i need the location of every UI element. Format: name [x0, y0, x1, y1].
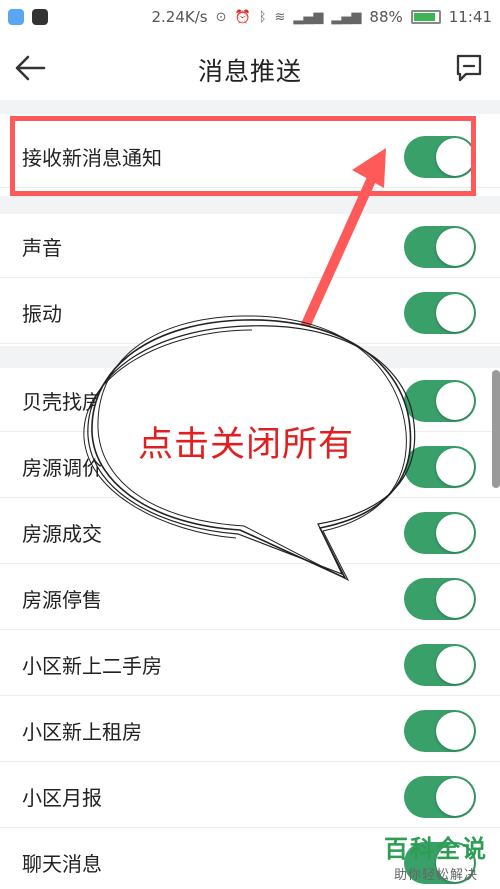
alarm-icon: ⏰	[234, 9, 251, 25]
annotation-text: 点击关闭所有	[138, 425, 355, 465]
toggle-price-change[interactable]	[404, 446, 476, 488]
section-gap	[0, 100, 500, 114]
section-gap	[0, 346, 500, 368]
toggle-beike[interactable]	[404, 380, 476, 422]
battery-icon	[410, 10, 441, 24]
watermark-title: 百科全说	[384, 835, 488, 863]
message-icon[interactable]	[454, 52, 484, 84]
bluetooth-icon: ᛒ	[258, 9, 267, 25]
setting-label: 声音	[22, 236, 62, 260]
scrollbar[interactable]	[492, 370, 500, 488]
setting-row-vibrate[interactable]: 振动	[0, 280, 500, 344]
toggle-vibrate[interactable]	[404, 292, 476, 334]
battery-percent: 88%	[369, 8, 403, 26]
setting-row-receive-notifications[interactable]: 接收新消息通知	[0, 124, 500, 188]
page-title: 消息推送	[197, 57, 302, 86]
toggle-stop-sale[interactable]	[404, 578, 476, 620]
setting-label: 小区新上租房	[22, 720, 142, 744]
toggle-receive-notifications[interactable]	[404, 136, 476, 178]
setting-label: 房源停售	[22, 588, 102, 612]
toggle-new-second-hand[interactable]	[404, 644, 476, 686]
wifi-icon: ≋	[274, 9, 286, 25]
nav-bar: 消息推送	[0, 36, 500, 100]
status-indicators: 2.24K/s ⊙ ⏰ ᛒ ≋ ▂▄▆ ▂▄▆ 88% 11:41	[152, 8, 493, 26]
watermark: 百科全说 助你轻松解决	[384, 829, 488, 883]
setting-label: 贝壳找房	[22, 390, 102, 414]
setting-row-sound[interactable]: 声音	[0, 214, 500, 278]
location-icon: ⊙	[215, 9, 227, 25]
setting-label: 小区新上二手房	[22, 654, 162, 678]
signal-icon: ▂▄▆	[293, 9, 324, 25]
setting-label: 接收新消息通知	[22, 146, 162, 170]
setting-label: 振动	[22, 302, 62, 326]
setting-row-new-second-hand[interactable]: 小区新上二手房	[0, 632, 500, 696]
toggle-sound[interactable]	[404, 226, 476, 268]
setting-row-new-rental[interactable]: 小区新上租房	[0, 698, 500, 762]
toggle-deal[interactable]	[404, 512, 476, 554]
section-gap	[0, 196, 500, 214]
clock: 11:41	[448, 8, 492, 26]
network-speed: 2.24K/s	[151, 8, 208, 26]
setting-row-stop-sale[interactable]: 房源停售	[0, 566, 500, 630]
setting-label: 房源成交	[22, 522, 102, 546]
setting-label: 房源调价	[22, 456, 102, 480]
setting-label: 小区月报	[22, 786, 102, 810]
status-bar: 2.24K/s ⊙ ⏰ ᛒ ≋ ▂▄▆ ▂▄▆ 88% 11:41	[0, 0, 500, 36]
setting-row-deal[interactable]: 房源成交	[0, 500, 500, 564]
setting-row-monthly-report[interactable]: 小区月报	[0, 764, 500, 828]
signal-icon-2: ▂▄▆	[331, 9, 362, 25]
setting-label: 聊天消息	[22, 852, 102, 876]
toggle-monthly-report[interactable]	[404, 776, 476, 818]
toggle-new-rental[interactable]	[404, 710, 476, 752]
notification-app-icon	[8, 9, 24, 25]
watermark-subtitle: 助你轻松解决	[393, 868, 478, 883]
qq-icon	[32, 9, 48, 25]
